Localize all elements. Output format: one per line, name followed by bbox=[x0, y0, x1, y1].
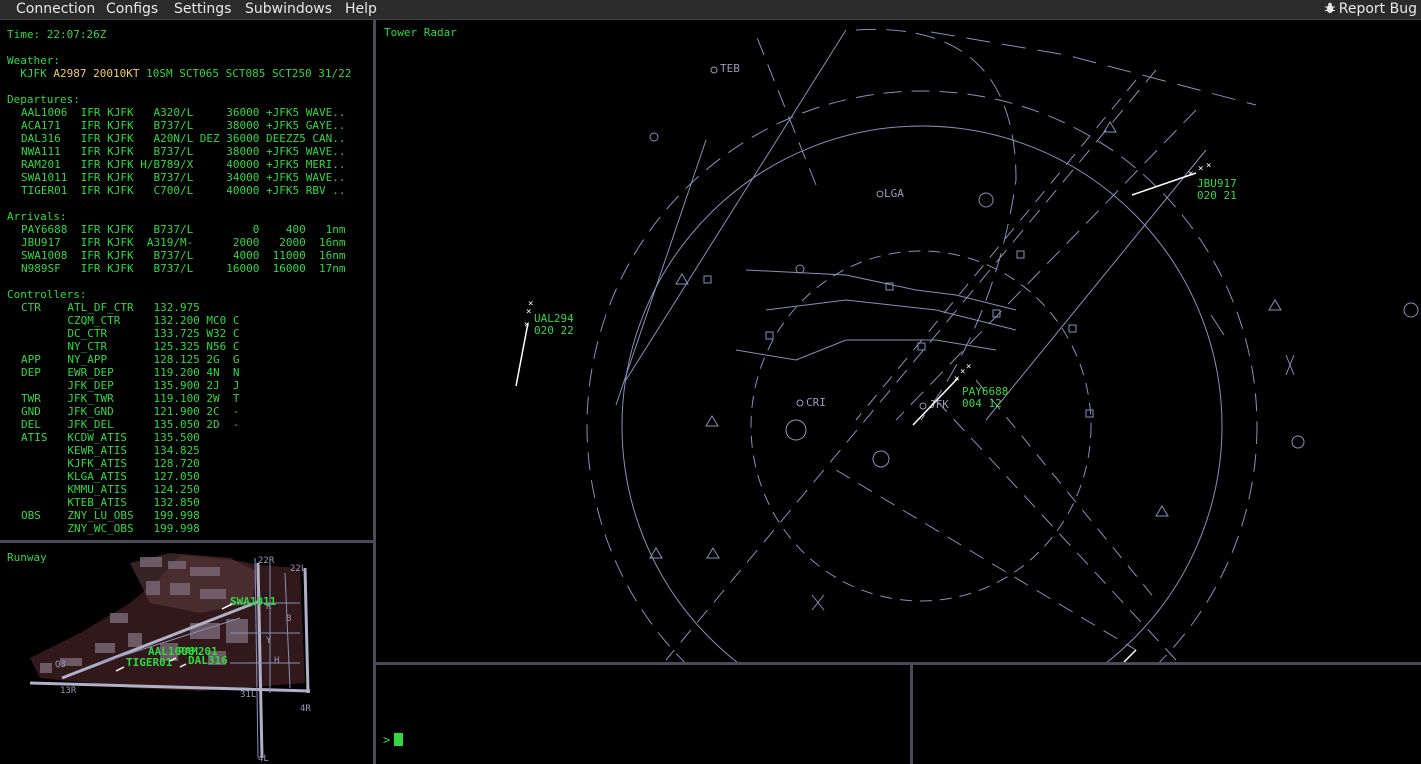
menu-bar: Connection Configs Settings Subwindows H… bbox=[0, 0, 1421, 20]
text-cursor bbox=[394, 733, 404, 746]
runway-aircraft-label: TIGER01 bbox=[126, 656, 173, 669]
svg-text:✕: ✕ bbox=[524, 320, 529, 330]
report-bug-button[interactable]: Report Bug bbox=[1324, 1, 1417, 18]
prompt-symbol: > bbox=[383, 733, 391, 747]
controller-row: APP NY_APP 128.125 2G G bbox=[21, 353, 240, 366]
menu-subwindows[interactable]: Subwindows bbox=[245, 1, 332, 19]
controller-row: KJFK_ATIS 128.720 bbox=[21, 457, 200, 470]
command-console[interactable]: > bbox=[376, 665, 910, 764]
bug-icon bbox=[1324, 2, 1336, 14]
svg-text:×: × bbox=[960, 367, 965, 377]
departure-row[interactable]: NWA111 IFR KJFK B737/L 38000 +JFK5 WAVE.… bbox=[21, 145, 346, 158]
controller-row: KLGA_ATIS 127.050 bbox=[21, 470, 200, 483]
info-panel: Time: 22:07:26Z Weather: KJFK A2987 2001… bbox=[0, 20, 373, 540]
controller-row: CTR ATL_DF_CTR 132.975 bbox=[21, 301, 200, 314]
arrival-row[interactable]: JBU917 IFR KJFK A319/M- 2000 2000 16nm bbox=[21, 236, 346, 249]
svg-text:×: × bbox=[528, 299, 533, 309]
svg-text:31L: 31L bbox=[240, 690, 256, 700]
menu-configs[interactable]: Configs bbox=[106, 1, 158, 19]
arrivals-header: Arrivals: bbox=[7, 210, 67, 223]
controller-row: DEP EWR_DEP 119.200 4N N bbox=[21, 366, 240, 379]
report-bug-label: Report Bug bbox=[1338, 1, 1417, 17]
departure-row[interactable]: RAM201 IFR KJFK H/B789/X 40000 +JFK5 MER… bbox=[21, 158, 346, 171]
weather-station: KJFK bbox=[20, 67, 47, 80]
aircraft-datablock: 020 22 bbox=[534, 324, 574, 337]
arrival-row[interactable]: N989SF IFR KJFK B737/L 16000 16000 17nm bbox=[21, 262, 346, 275]
controller-row: OBS ZNY_LU_OBS 199.998 bbox=[21, 509, 200, 522]
fix-label: LGA bbox=[884, 187, 904, 200]
controller-row: ATIS KCDW_ATIS 135.500 bbox=[21, 431, 200, 444]
controller-row: GND JFK_GND 121.900 2C - bbox=[21, 405, 240, 418]
weather-altimeter: A2987 bbox=[53, 67, 87, 80]
controller-row: NY_CTR 125.325 N56 C bbox=[21, 340, 240, 353]
svg-text:22L: 22L bbox=[290, 564, 306, 574]
controller-row: DC_CTR 133.725 W32 C bbox=[21, 327, 240, 340]
controllers-header: Controllers: bbox=[7, 288, 87, 301]
departures-header: Departures: bbox=[7, 93, 80, 106]
weather-header: Weather: bbox=[7, 54, 60, 67]
controller-row: CZQM_CTR 132.200 MC0 C bbox=[21, 314, 240, 327]
fix-label: CRI bbox=[806, 396, 826, 409]
aircraft-datablock: 020 21 bbox=[1197, 189, 1237, 202]
message-console[interactable] bbox=[913, 665, 1421, 764]
runway-aircraft-label: DAL316 bbox=[188, 654, 228, 667]
svg-text:×: × bbox=[966, 362, 971, 372]
departure-row[interactable]: ACA171 IFR KJFK B737/L 38000 +JFK5 GAYE.… bbox=[21, 119, 346, 132]
weather-metar: KJFK A2987 20010KT 10SM SCT065 SCT085 SC… bbox=[7, 67, 351, 80]
svg-text:Y: Y bbox=[266, 636, 272, 646]
controller-row: JFK_DEP 135.900 2J J bbox=[21, 379, 240, 392]
departure-row[interactable]: TIGER01 IFR KJFK C700/L 40000 +JFK5 RBV … bbox=[21, 184, 346, 197]
fix-label: TEB bbox=[720, 62, 740, 75]
departure-row[interactable]: SWA1011 IFR KJFK B737/L 34000 +JFK5 WAVE… bbox=[21, 171, 346, 184]
controller-row: ZNY_WC_OBS 199.998 bbox=[21, 522, 200, 535]
airport-ground-map[interactable]: 22R22LK BYH 4R4L13R 31LQ3 SWA1011 AAL100… bbox=[0, 543, 373, 764]
controller-row: DEL JFK_DEL 135.050 2D - bbox=[21, 418, 240, 431]
svg-text:✕: ✕ bbox=[1188, 169, 1193, 179]
controller-row: TWR JFK_TWR 119.100 2W T bbox=[21, 392, 240, 405]
svg-text:×: × bbox=[1206, 161, 1211, 171]
svg-text:H: H bbox=[274, 656, 279, 666]
tower-radar-panel[interactable]: Tower Radar TEB LGA CRI JFK ✕ × × ✕ × × … bbox=[376, 20, 1421, 662]
svg-text:4L: 4L bbox=[258, 754, 269, 764]
svg-text:22R: 22R bbox=[258, 556, 275, 566]
arrival-row[interactable]: SWA1008 IFR KJFK B737/L 4000 11000 16nm bbox=[21, 249, 346, 262]
svg-text:×: × bbox=[1198, 164, 1203, 174]
weather-wind: 20010KT bbox=[93, 67, 140, 80]
menu-settings[interactable]: Settings bbox=[174, 1, 231, 19]
runway-aircraft-label: SWA1011 bbox=[230, 595, 277, 608]
time-readout: Time: 22:07:26Z bbox=[7, 28, 107, 41]
menu-help[interactable]: Help bbox=[345, 1, 377, 19]
command-input[interactable]: > bbox=[383, 733, 404, 747]
radar-scope[interactable]: TEB LGA CRI JFK ✕×× ✕ × × ✕× × UAL294 020 2… bbox=[376, 20, 1421, 662]
svg-text:B: B bbox=[286, 614, 291, 624]
controller-row: KMMU_ATIS 124.250 bbox=[21, 483, 200, 496]
aircraft-datablock: 004 12 bbox=[962, 397, 1002, 410]
svg-text:Q3: Q3 bbox=[55, 660, 66, 670]
weather-rest: 10SM SCT065 SCT085 SCT250 31/22 bbox=[146, 67, 352, 80]
runway-panel[interactable]: Runway 22R 22L K B Y H 4R 4L 13R 31L Q3 … bbox=[0, 543, 373, 764]
departure-row[interactable]: DAL316 IFR KJFK A20N/L DEZ 36000 DEEZZ5 … bbox=[21, 132, 346, 145]
svg-text:4R: 4R bbox=[300, 704, 311, 714]
svg-text:✕: ✕ bbox=[954, 374, 959, 384]
svg-text:13R: 13R bbox=[60, 686, 77, 696]
controller-row: KTEB_ATIS 132.850 bbox=[21, 496, 200, 509]
arrival-row[interactable]: PAY6688 IFR KJFK B737/L 0 400 1nm bbox=[21, 223, 346, 236]
menu-connection[interactable]: Connection bbox=[16, 1, 95, 19]
controller-row: KEWR_ATIS 134.825 bbox=[21, 444, 200, 457]
departure-row[interactable]: AAL1006 IFR KJFK A320/L 36000 +JFK5 WAVE… bbox=[21, 106, 346, 119]
